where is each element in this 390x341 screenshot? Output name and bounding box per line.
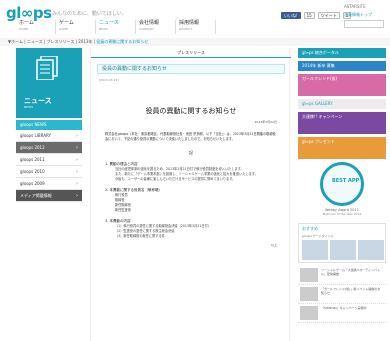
right-sidebar: gl∞ps 総合ポータル 2014年 新卒 募集 ガールフレンド(仮) gl∞p… xyxy=(298,48,386,341)
nav-game[interactable]: ゲーム GAME xyxy=(56,20,96,34)
chevron-right-icon: › xyxy=(76,133,78,139)
social-buttons: いいね! 15 ツイート 0 xyxy=(281,12,352,19)
article-title: 役員の異動に関するお知らせ xyxy=(97,64,285,74)
banner-girlfriend[interactable]: ガールフレンド(仮) xyxy=(298,74,386,96)
banner-present[interactable]: gl∞ps プレゼント xyxy=(298,137,386,159)
sidebar-item-label: gloops 2011 xyxy=(20,157,45,162)
sidebar-item-2009[interactable]: gloops 2009 › xyxy=(16,178,82,190)
main-content: プレスリリース 役員の異動に関するお知らせ [2013.03.22] 役員の異動… xyxy=(90,48,291,341)
closing-text: 以上 xyxy=(270,243,277,247)
document-title: 役員の異動に関するお知らせ xyxy=(145,107,237,115)
page: gl∞ps みんなのために、動いてほしい。 ホーム HOME ゲーム GAME ニュ… xyxy=(0,0,390,341)
nav-news-sub: NEWS xyxy=(99,27,109,31)
sidebar-item-label: gloops 2012 xyxy=(20,145,45,150)
thumbnail-image[interactable] xyxy=(302,240,328,260)
newspaper-icon xyxy=(36,56,58,80)
left-sidebar: ニュース NEWS gloops NEWS gloops LIBRARY › gl… xyxy=(16,48,82,341)
sidebar-item-2011[interactable]: gloops 2011 › xyxy=(16,154,82,166)
list-thumbnail xyxy=(300,306,318,320)
banner-portal[interactable]: gl∞ps 総合ポータル xyxy=(298,48,386,58)
breadcrumb-trail[interactable]: ▼ホーム | ニュース | プレスリリース | 2013年 | xyxy=(8,39,96,44)
list-item[interactable]: 「SHINOBI」キャンペーン実施中 xyxy=(298,304,386,323)
recommend-subtitle: gloops ゲームタイトル xyxy=(302,234,334,238)
section-label: プレスリリース xyxy=(91,48,291,58)
banner-recruit[interactable]: 2014年 新卒 募集 xyxy=(298,61,386,71)
facebook-like-count: 15 xyxy=(303,12,315,19)
article-body: 役員の異動に関するお知らせ 2013年3月22日 株式会社gloops（本社：東… xyxy=(97,86,285,341)
sidebar-item-label: メディア掲載情報 xyxy=(20,193,52,198)
nav-home-label: ホーム xyxy=(19,20,34,26)
nav-company-label: 会社情報 xyxy=(139,20,160,26)
sidebar-item-2010[interactable]: gloops 2010 › xyxy=(16,166,82,178)
corporate-link[interactable]: 企業情報トップ xyxy=(344,12,372,18)
banner-gallery[interactable]: gl∞ps GALLERY xyxy=(298,99,386,109)
main-nav: ホーム HOME ゲーム GAME ニュース NEWS 会社情報 COMPANY 採用情… xyxy=(16,20,216,34)
nav-company[interactable]: 会社情報 COMPANY xyxy=(136,20,176,34)
site-name: ASTARSITE xyxy=(344,4,366,9)
list-item-text: ソーシャルゲーム「大連携!!オーディンバトル」配信開始 xyxy=(321,268,381,276)
recommend-box[interactable]: おすすめ gloops ゲームタイトル xyxy=(298,223,386,263)
ki-heading: 記 xyxy=(189,150,193,155)
chevron-right-icon: › xyxy=(76,157,78,163)
intro-paragraph: 株式会社gloops（本社：東京都港区、代表取締役社長：池田 宗多朗、以下「当社… xyxy=(105,132,276,141)
sidebar-item-label: gloops 2010 xyxy=(20,169,45,174)
article-date: [2013.03.22] xyxy=(99,78,119,82)
list-item-text: 「ガールフレンド(仮)」新イベント開催のお知らせ xyxy=(321,287,381,295)
thumbnail-image[interactable] xyxy=(358,240,384,260)
award-badge: BEST APP xyxy=(320,162,364,206)
sidebar-item-media[interactable]: メディア掲載情報 › xyxy=(16,190,82,202)
nav-home[interactable]: ホーム HOME xyxy=(16,20,56,34)
recommend-heading: おすすめ xyxy=(302,226,318,231)
chevron-right-icon: › xyxy=(76,169,78,175)
sidebar-subtitle: NEWS xyxy=(24,105,34,109)
nav-recruit-label: 採用情報 xyxy=(179,20,200,26)
chevron-right-icon: › xyxy=(76,181,78,187)
news-hero: ニュース NEWS xyxy=(16,48,82,118)
list-item-text: 「SHINOBI」キャンペーン実施中 xyxy=(321,306,367,310)
award-badge-text: BEST APP xyxy=(332,178,360,184)
tweet-button[interactable]: ツイート xyxy=(317,12,340,19)
section-2-line: 新任監査役 xyxy=(115,208,131,212)
award-subtitle: Platinum of the Year 2011 xyxy=(322,212,362,216)
recommend-thumbnails xyxy=(302,240,384,260)
list-item[interactable]: ソーシャルゲーム「大連携!!オーディンバトル」配信開始 xyxy=(298,266,386,285)
sidebar-head: gloops NEWS xyxy=(16,120,82,130)
breadcrumb: ▼ホーム | ニュース | プレスリリース | 2013年 | 役員の異動に関す… xyxy=(0,38,390,46)
section-3-line: （3）新任取締役の就任に関する件 xyxy=(115,234,165,238)
tagline: みんなのために、動いてほしい。 xyxy=(52,11,127,17)
nav-news[interactable]: ニュース NEWS xyxy=(96,20,136,34)
nav-home-sub: HOME xyxy=(19,27,29,31)
sidebar-item-library[interactable]: gloops LIBRARY › xyxy=(16,130,82,142)
top-header: gl∞ps みんなのために、動いてほしい。 ホーム HOME ゲーム GAME ニュ… xyxy=(0,0,390,36)
nav-company-sub: COMPANY xyxy=(139,27,154,31)
nav-news-label: ニュース xyxy=(99,20,119,26)
document-date: 2013年3月22日 xyxy=(254,120,277,124)
section-1-line: 今後も、ユーザーの皆様に楽しんでいただけるサービスの提供に努めてまいります。 xyxy=(115,177,236,181)
thumbnail-image[interactable] xyxy=(330,240,356,260)
search-input[interactable] xyxy=(344,20,384,28)
nav-game-sub: GAME xyxy=(59,27,68,31)
nav-game-label: ゲーム xyxy=(59,20,74,26)
facebook-like-button[interactable]: いいね! xyxy=(281,12,301,19)
sidebar-item-label: gloops LIBRARY xyxy=(20,133,51,138)
list-thumbnail xyxy=(300,268,318,282)
breadcrumb-current: 役員の異動に関するお知らせ xyxy=(96,39,149,44)
award-box[interactable]: BEST APP Webby Award 2011 Platinum of th… xyxy=(298,162,386,220)
chevron-right-icon: › xyxy=(76,193,78,199)
nav-recruit-sub: RECRUIT xyxy=(179,27,193,31)
banner-campaign[interactable]: 大連携!! キャンペーン xyxy=(298,112,386,134)
nav-recruit[interactable]: 採用情報 RECRUIT xyxy=(176,20,216,34)
list-thumbnail xyxy=(300,287,318,301)
chevron-right-icon: › xyxy=(76,145,78,151)
sidebar-item-label: gloops 2009 xyxy=(20,181,45,186)
sidebar-item-2012[interactable]: gloops 2012 › xyxy=(16,142,82,154)
list-item[interactable]: 「ガールフレンド(仮)」新イベント開催のお知らせ xyxy=(298,285,386,304)
